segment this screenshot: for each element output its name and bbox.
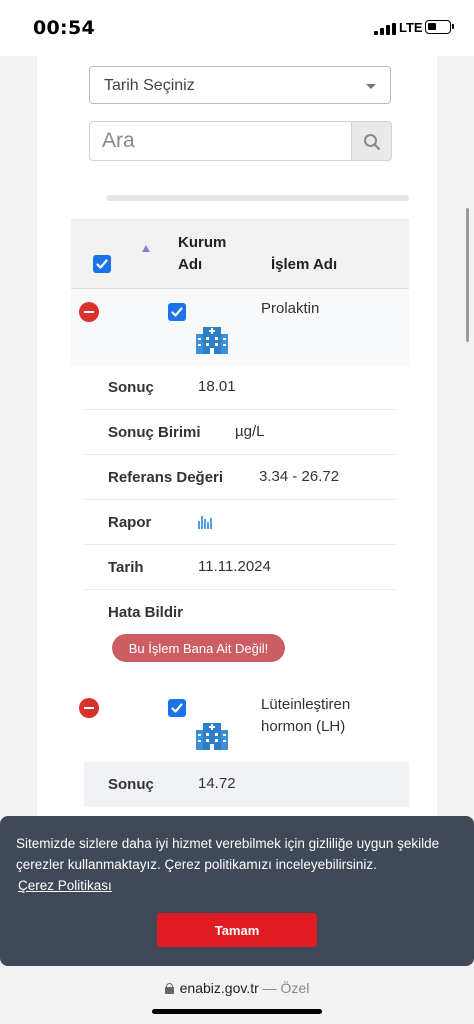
table-header	[71, 219, 409, 289]
date-select-value: Tarih Seçiniz	[104, 77, 195, 94]
sort-ascending-icon[interactable]	[142, 245, 150, 252]
cookie-policy-link[interactable]: Çerez Politikası	[18, 878, 112, 893]
detail-value: 11.11.2024	[198, 558, 271, 575]
status-bar: 00:54 LTE	[0, 0, 474, 56]
hospital-icon	[196, 723, 228, 750]
check-icon	[171, 703, 183, 713]
horizontal-scrollbar[interactable]	[106, 195, 409, 201]
detail-row-date: Tarih 11.11.2024	[84, 545, 396, 590]
status-time: 00:54	[33, 17, 95, 39]
check-icon	[171, 307, 183, 317]
hospital-icon	[196, 327, 228, 354]
private-mode-label: Özel	[280, 980, 310, 996]
detail-value: 14.72	[198, 775, 236, 792]
column-header-institution-line2: Adı	[178, 256, 203, 273]
url-domain: enabiz.gov.tr	[179, 980, 259, 996]
table-row	[71, 289, 409, 365]
collapse-row-button[interactable]	[79, 302, 99, 322]
row-checkbox[interactable]	[168, 303, 186, 321]
procedure-name-line1: Lüteinleştiren	[261, 696, 351, 713]
detail-value: µg/L	[235, 423, 265, 440]
battery-tip	[452, 24, 454, 29]
detail-label: Sonuç Birimi	[108, 424, 201, 441]
procedure-name-line2: hormon (LH)	[261, 718, 346, 735]
detail-row-unit: Sonuç Birimi µg/L	[84, 410, 396, 455]
battery-icon	[425, 20, 451, 34]
column-header-institution[interactable]: Kurum Adı	[178, 232, 226, 276]
detail-value: 3.34 - 26.72	[259, 468, 340, 485]
detail-row-result: Sonuç 18.01	[84, 365, 396, 410]
chevron-down-icon	[366, 84, 376, 89]
home-indicator[interactable]	[152, 1009, 322, 1014]
browser-url-bar[interactable]: enabiz.gov.tr — Özel	[0, 966, 474, 1024]
date-select[interactable]: Tarih Seçiniz	[89, 66, 391, 104]
detail-label: Tarih	[108, 559, 144, 576]
url-display[interactable]: enabiz.gov.tr — Özel	[0, 980, 474, 996]
detail-label: Sonuç	[108, 379, 154, 396]
column-header-institution-line1: Kurum	[178, 234, 227, 251]
search-button[interactable]	[351, 121, 392, 161]
detail-value: 18.01	[198, 378, 236, 395]
detail-row-result: Sonuç 14.72	[84, 762, 396, 807]
detail-label: Rapor	[108, 514, 152, 531]
procedure-name: Lüteinleştiren hormon (LH)	[261, 694, 350, 738]
lock-icon	[164, 983, 174, 994]
procedure-name: Prolaktin	[261, 300, 320, 317]
cookie-message: Sitemizde sizlere daha iyi hizmet verebi…	[16, 836, 440, 872]
detail-label: Hata Bildir	[108, 604, 184, 621]
column-header-procedure[interactable]: İşlem Adı	[271, 254, 337, 276]
search-icon	[364, 134, 381, 151]
not-my-procedure-button[interactable]: Bu İşlem Bana Ait Değil!	[112, 634, 285, 662]
detail-label: Sonuç	[108, 776, 154, 793]
search-input[interactable]	[90, 122, 351, 160]
detail-row-reference: Referans Değeri 3.34 - 26.72	[84, 455, 396, 500]
detail-row-report-error: Hata Bildir	[84, 590, 396, 635]
search-field[interactable]	[89, 121, 351, 161]
check-icon	[96, 259, 108, 269]
collapse-row-button[interactable]	[79, 698, 99, 718]
url-separator: —	[262, 980, 277, 996]
accept-cookies-button[interactable]: Tamam	[157, 913, 317, 947]
signal-icon	[374, 23, 396, 35]
select-all-checkbox[interactable]	[93, 255, 111, 273]
vertical-scrollbar[interactable]	[466, 208, 469, 342]
report-chart-icon[interactable]	[198, 515, 214, 529]
row-checkbox[interactable]	[168, 699, 186, 717]
detail-row-report: Rapor	[84, 500, 396, 545]
network-type: LTE	[399, 20, 423, 35]
detail-label: Referans Değeri	[108, 469, 224, 486]
